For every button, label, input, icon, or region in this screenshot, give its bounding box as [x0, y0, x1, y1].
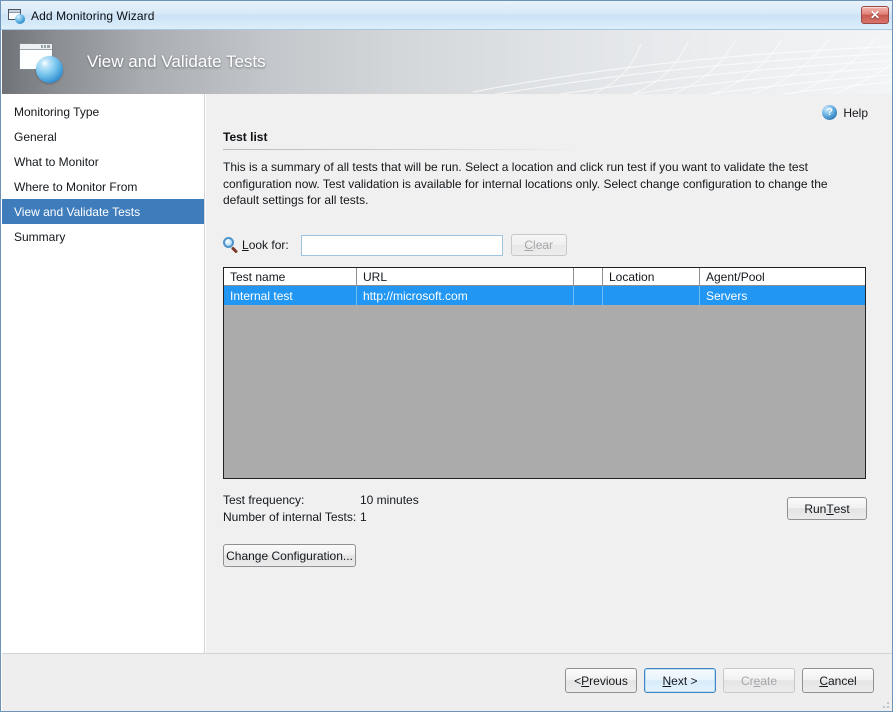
column-header-agent-pool[interactable]: Agent/Pool: [700, 268, 865, 286]
sidebar-item-label: Where to Monitor From: [14, 180, 137, 194]
look-for-label: Look for:: [242, 238, 289, 252]
next-mnemonic: N: [662, 674, 671, 688]
next-button[interactable]: Next >: [644, 668, 716, 693]
column-header-blank[interactable]: [574, 268, 603, 286]
next-label-b: ext >: [671, 674, 697, 688]
cancel-label-b: ancel: [828, 674, 857, 688]
help-question-icon: ?: [822, 105, 837, 120]
wizard-content-panel: ? Help Test list This is a summary of al…: [206, 94, 893, 653]
sidebar-item-view-and-validate-tests[interactable]: View and Validate Tests: [2, 199, 204, 224]
cell-url: http://microsoft.com: [357, 286, 574, 305]
title-bar: Add Monitoring Wizard ✕: [1, 1, 893, 30]
run-test-mnemonic: T: [826, 502, 833, 516]
cell-test-name: Internal test: [224, 286, 357, 305]
banner-heading: View and Validate Tests: [87, 30, 266, 94]
previous-label-b: revious: [589, 674, 628, 688]
table-header-row: Test name URL Location Agent/Pool: [224, 268, 865, 286]
clear-button-mnemonic: C: [524, 238, 533, 252]
sidebar-item-label: View and Validate Tests: [14, 205, 140, 219]
column-header-test-name[interactable]: Test name: [224, 268, 357, 286]
test-summary-info: Test frequency: 10 minutes Number of int…: [223, 492, 419, 526]
close-button[interactable]: ✕: [861, 6, 889, 24]
test-frequency-label: Test frequency:: [223, 492, 360, 509]
sidebar-item-monitoring-type[interactable]: Monitoring Type: [2, 99, 204, 124]
internal-tests-count-value: 1: [360, 509, 367, 526]
internal-tests-count-label: Number of internal Tests:: [223, 509, 360, 526]
page-title: Test list: [223, 130, 267, 144]
cell-location: [603, 286, 700, 305]
wizard-sidebar: Monitoring Type General What to Monitor …: [2, 94, 205, 653]
sidebar-item-label: Summary: [14, 230, 65, 244]
create-button[interactable]: Create: [723, 668, 795, 693]
previous-mnemonic: P: [581, 674, 589, 688]
banner-mesh-decoration: [473, 30, 893, 94]
help-link[interactable]: ? Help: [822, 105, 868, 120]
look-for-label-rest: ook for:: [249, 238, 289, 252]
create-label-b: ate: [760, 674, 777, 688]
sidebar-item-summary[interactable]: Summary: [2, 224, 204, 249]
change-configuration-button[interactable]: Change Configuration...: [223, 544, 356, 567]
create-label-a: Cr: [741, 674, 754, 688]
wizard-window: Add Monitoring Wizard ✕: [0, 0, 893, 712]
cancel-mnemonic: C: [819, 674, 828, 688]
footer-button-group: < Previous Next > Create Cancel: [565, 668, 874, 693]
cell-agent-pool: Servers: [700, 286, 865, 305]
resize-grip[interactable]: [878, 697, 890, 709]
monitor-globe-icon: [19, 39, 65, 83]
previous-button[interactable]: < Previous: [565, 668, 637, 693]
clear-button-label: lear: [533, 238, 553, 252]
column-header-location[interactable]: Location: [603, 268, 700, 286]
sidebar-item-label: Monitoring Type: [14, 105, 99, 119]
magnifier-icon: [223, 237, 239, 253]
run-test-label-a: Run: [804, 502, 826, 516]
sidebar-nav-list: Monitoring Type General What to Monitor …: [2, 94, 204, 249]
previous-label-a: <: [574, 674, 581, 688]
sidebar-item-where-to-monitor-from[interactable]: Where to Monitor From: [2, 174, 204, 199]
table-body: Internal test http://microsoft.com Serve…: [224, 286, 865, 305]
help-label: Help: [843, 106, 868, 120]
test-frequency-row: Test frequency: 10 minutes: [223, 492, 419, 509]
run-test-button[interactable]: Run Test: [787, 497, 867, 520]
change-config-label-b: e Configuration...: [261, 549, 352, 563]
look-for-label-mnemonic: L: [242, 238, 249, 252]
sidebar-item-label: What to Monitor: [14, 155, 99, 169]
change-config-label-a: Chan: [226, 549, 255, 563]
table-row[interactable]: Internal test http://microsoft.com Serve…: [224, 286, 865, 305]
run-test-label-b: est: [834, 502, 850, 516]
wizard-window-icon: [8, 9, 25, 24]
look-for-row: Look for: Clear: [223, 234, 567, 256]
cancel-button[interactable]: Cancel: [802, 668, 874, 693]
sidebar-item-general[interactable]: General: [2, 124, 204, 149]
sidebar-item-label: General: [14, 130, 57, 144]
search-input[interactable]: [301, 235, 503, 256]
test-list-table[interactable]: Test name URL Location Agent/Pool Intern…: [223, 267, 866, 479]
wizard-footer: < Previous Next > Create Cancel: [2, 653, 893, 711]
wizard-banner: View and Validate Tests: [2, 30, 893, 94]
page-description: This is a summary of all tests that will…: [223, 159, 855, 209]
close-icon: ✕: [870, 9, 880, 21]
cell-blank: [574, 286, 603, 305]
test-frequency-value: 10 minutes: [360, 492, 419, 509]
change-config-mnemonic: g: [255, 549, 262, 563]
internal-tests-count-row: Number of internal Tests: 1: [223, 509, 419, 526]
create-mnemonic: e: [754, 674, 761, 688]
column-header-url[interactable]: URL: [357, 268, 574, 286]
wizard-body: Monitoring Type General What to Monitor …: [2, 94, 893, 653]
clear-button[interactable]: Clear: [511, 234, 567, 256]
section-divider: [223, 149, 583, 150]
window-title: Add Monitoring Wizard: [31, 9, 154, 23]
sidebar-item-what-to-monitor[interactable]: What to Monitor: [2, 149, 204, 174]
